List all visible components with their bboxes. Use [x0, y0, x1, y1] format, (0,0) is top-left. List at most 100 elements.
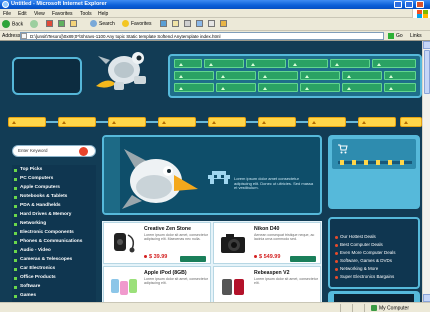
- links-button[interactable]: Links: [410, 33, 422, 39]
- history-button[interactable]: [160, 20, 168, 29]
- menu-favorites[interactable]: Favorites: [52, 11, 73, 17]
- category-item[interactable]: Apple Computers: [12, 184, 96, 192]
- category-item[interactable]: Hard Drives & Memory: [12, 211, 96, 219]
- nav-tab[interactable]: [372, 59, 416, 68]
- nav-tab[interactable]: [300, 83, 340, 92]
- go-button[interactable]: Go: [388, 32, 408, 40]
- add-to-cart-button[interactable]: [180, 256, 206, 262]
- category-item[interactable]: PDA & Handhelds: [12, 202, 96, 210]
- yellow-tab[interactable]: [358, 117, 396, 127]
- favorites-button[interactable]: Favorites: [122, 20, 152, 29]
- deal-link[interactable]: Best Computer Deals: [334, 241, 418, 249]
- monitor-screen: [334, 294, 414, 302]
- product-name[interactable]: Creative Zen Stone: [144, 226, 191, 232]
- category-item[interactable]: Top Picks: [12, 166, 96, 174]
- category-item[interactable]: PC Computers: [12, 175, 96, 183]
- yellow-tab[interactable]: [258, 117, 296, 127]
- nav-tab[interactable]: [246, 59, 286, 68]
- category-item[interactable]: Games: [12, 292, 96, 300]
- category-item[interactable]: Car Electronics: [12, 265, 96, 273]
- product-name[interactable]: Nikon D40: [254, 226, 279, 232]
- category-item[interactable]: Office Products: [12, 274, 96, 282]
- scroll-up-button[interactable]: [423, 41, 430, 49]
- category-item[interactable]: Audio - Video: [12, 247, 96, 255]
- edit-button[interactable]: [196, 20, 204, 29]
- print-icon: [184, 20, 191, 27]
- nav-tab[interactable]: [300, 71, 340, 80]
- address-bar: Address D:\[unsit\Tesoro]\0x89;0*\Shravs…: [0, 31, 430, 41]
- category-item[interactable]: Notebooks & Tablets: [12, 193, 96, 201]
- nav-tab[interactable]: [342, 71, 382, 80]
- deal-link[interactable]: Super Electronics Bargains: [334, 273, 418, 281]
- nav-tab[interactable]: [258, 71, 298, 80]
- product-name[interactable]: Apple iPod (8GB): [144, 270, 187, 276]
- promo-banner[interactable]: Lorem ipsum dolor amet consectetur adipi…: [102, 135, 322, 215]
- yellow-tab[interactable]: [8, 117, 46, 127]
- computer-icon: [371, 305, 377, 311]
- stop-button[interactable]: [46, 20, 54, 29]
- deal-link[interactable]: Software, Games & DVDs: [334, 257, 418, 265]
- product-card[interactable]: Nikon D40 Aenean consequat tristique neq…: [213, 222, 321, 264]
- product-description: Aenean consequat tristique neque, ac lac…: [254, 233, 315, 242]
- refresh-button[interactable]: [58, 20, 66, 29]
- nav-tab[interactable]: [204, 59, 244, 68]
- home-button[interactable]: [70, 20, 78, 29]
- nav-tab[interactable]: [174, 83, 214, 92]
- category-item[interactable]: Phones & Communications: [12, 238, 96, 246]
- nav-tab[interactable]: [288, 59, 328, 68]
- nav-tab[interactable]: [174, 71, 214, 80]
- mail-button[interactable]: [172, 20, 180, 29]
- product-card[interactable]: Rebeaspen V2 Lorem ipsum dolor sit amet,…: [213, 266, 321, 302]
- product-card[interactable]: Creative Zen Stone Lorem ipsum dolor sit…: [103, 222, 211, 264]
- category-item[interactable]: Software: [12, 283, 96, 291]
- deal-link[interactable]: Our Hottest Deals: [334, 233, 418, 241]
- yellow-tab[interactable]: [208, 117, 246, 127]
- shopping-cart-icon[interactable]: [338, 144, 348, 154]
- minimize-button[interactable]: [394, 1, 402, 8]
- category-item[interactable]: Electronic Components: [12, 229, 96, 237]
- yellow-tab[interactable]: [58, 117, 96, 127]
- menu-tools[interactable]: Tools: [80, 11, 92, 17]
- nav-tab[interactable]: [216, 71, 256, 80]
- menu-file[interactable]: File: [3, 11, 11, 17]
- product-card[interactable]: Apple iPod (8GB) Lorem ipsum dolor sit a…: [103, 266, 211, 302]
- maximize-button[interactable]: [405, 1, 413, 8]
- scroll-down-button[interactable]: [423, 294, 430, 302]
- deal-link[interactable]: Networking & More: [334, 265, 418, 273]
- nav-tab[interactable]: [216, 83, 256, 92]
- status-divider: [340, 304, 341, 312]
- page-viewport: Enter Keyword Top Picks PC Computers App…: [0, 41, 422, 302]
- add-to-cart-button[interactable]: [290, 256, 316, 262]
- messenger-button[interactable]: [220, 20, 228, 29]
- discuss-button[interactable]: [208, 20, 216, 29]
- address-input[interactable]: D:\[unsit\Tesoro]\0x89;0*\Shravs-1100 An…: [20, 32, 384, 40]
- menu-view[interactable]: View: [34, 11, 45, 17]
- scroll-thumb[interactable]: [424, 50, 430, 94]
- yellow-tab[interactable]: [308, 117, 346, 127]
- favorites-label: Favorites: [131, 20, 152, 27]
- deal-link[interactable]: Even More Computer Deals: [334, 249, 418, 257]
- print-button[interactable]: [184, 20, 192, 29]
- search-button[interactable]: Search: [90, 20, 115, 29]
- yellow-tab[interactable]: [158, 117, 196, 127]
- nav-tab[interactable]: [342, 83, 382, 92]
- nav-tab[interactable]: [384, 71, 416, 80]
- category-item[interactable]: Cameras & Telescopes: [12, 256, 96, 264]
- logo-panel[interactable]: [12, 57, 82, 95]
- vertical-scrollbar[interactable]: [422, 41, 430, 302]
- yellow-tab[interactable]: [400, 117, 422, 127]
- product-name[interactable]: Rebeaspen V2: [254, 270, 289, 276]
- home-icon: [70, 20, 77, 27]
- nav-tab[interactable]: [174, 59, 202, 68]
- forward-button[interactable]: [30, 20, 40, 29]
- nav-tab[interactable]: [384, 83, 416, 92]
- menu-edit[interactable]: Edit: [18, 11, 27, 17]
- close-button[interactable]: [416, 1, 424, 8]
- menu-help[interactable]: Help: [98, 11, 108, 17]
- category-item[interactable]: Networking: [12, 220, 96, 228]
- yellow-tab[interactable]: [108, 117, 146, 127]
- search-go-button[interactable]: [79, 147, 88, 156]
- nav-tab[interactable]: [258, 83, 298, 92]
- back-button[interactable]: Back: [2, 20, 23, 29]
- nav-tab[interactable]: [330, 59, 370, 68]
